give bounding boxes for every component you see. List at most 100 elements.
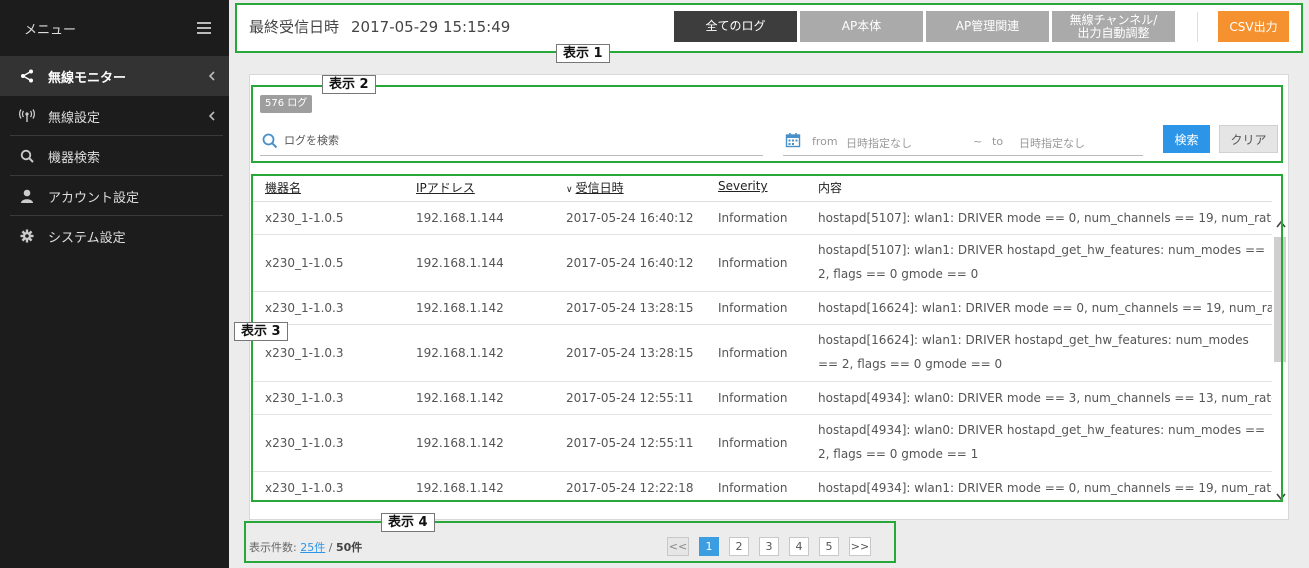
cell-received: 2017-05-24 12:55:11 xyxy=(566,436,694,450)
sidebar-item-label: システム設定 xyxy=(48,230,126,246)
cell-ip: 192.168.1.142 xyxy=(416,301,504,315)
sidebar-item-label: 無線モニター xyxy=(48,70,127,86)
user-icon xyxy=(18,187,36,205)
table-row[interactable]: x230_1-1.0.3 192.168.1.142 2017-05-24 12… xyxy=(252,415,1272,472)
cell-severity: Information xyxy=(718,256,788,270)
column-header-device[interactable]: 機器名 xyxy=(265,179,301,196)
csv-export-button[interactable]: CSV出力 xyxy=(1218,11,1289,42)
search-icon xyxy=(18,147,36,165)
cell-ip: 192.168.1.144 xyxy=(416,256,504,270)
sidebar-item-device-search[interactable]: 機器検索 xyxy=(0,136,229,176)
per-page-link[interactable]: 25件 xyxy=(300,541,325,554)
sidebar-header: メニュー xyxy=(0,0,229,56)
share-icon xyxy=(18,67,36,85)
cell-device: x230_1-1.0.3 xyxy=(265,346,344,360)
table-row[interactable]: x230_1-1.0.3 192.168.1.142 2017-05-24 13… xyxy=(252,292,1272,325)
top-bar: 最終受信日時 2017-05-29 15:15:49 全てのログ AP本体 AP管… xyxy=(237,4,1301,52)
cell-content: hostapd[4934]: wlan0: DRIVER hostapd_get… xyxy=(818,423,1266,461)
sidebar-item-label: 無線設定 xyxy=(48,110,101,126)
cell-device: x230_1-1.0.3 xyxy=(265,391,344,405)
sidebar-item-system-settings[interactable]: システム設定 xyxy=(0,216,229,256)
calendar-icon[interactable] xyxy=(785,132,801,148)
annotation-label-4: 表示 4 xyxy=(381,513,435,532)
total-count: 50件 xyxy=(335,541,363,554)
sort-desc-icon: ∨ xyxy=(566,185,573,195)
scroll-up-icon[interactable] xyxy=(1274,218,1288,232)
cell-device: x230_1-1.0.3 xyxy=(265,481,344,495)
annotation-label-1: 表示 1 xyxy=(556,44,610,63)
search-input[interactable] xyxy=(284,130,754,150)
cell-received: 2017-05-24 16:40:12 xyxy=(566,211,694,225)
cell-ip: 192.168.1.142 xyxy=(416,436,504,450)
cell-content: hostapd[16624]: wlan1: DRIVER hostapd_ge… xyxy=(818,333,1249,371)
cell-severity: Information xyxy=(718,436,788,450)
cell-received: 2017-05-24 12:22:18 xyxy=(566,481,694,495)
tab-channel-power-adjust[interactable]: 無線チャンネル/ 出力自動調整 xyxy=(1052,11,1175,42)
menu-label: メニュー xyxy=(24,22,77,38)
pager-page-1[interactable]: 1 xyxy=(699,537,719,556)
log-count-badge: 576 ログ xyxy=(260,95,313,113)
table-row[interactable]: x230_1-1.0.3 192.168.1.142 2017-05-24 12… xyxy=(252,382,1272,415)
chevron-left-icon xyxy=(208,71,215,81)
cell-content: hostapd[5107]: wlan1: DRIVER hostapd_get… xyxy=(818,243,1266,281)
display-count: 表示件数: 25件 / 50件 xyxy=(249,539,362,555)
from-date-input[interactable]: 日時指定なし xyxy=(846,135,912,151)
cell-content: hostapd[4934]: wlan0: DRIVER mode == 3, … xyxy=(818,391,1272,405)
cell-ip: 192.168.1.142 xyxy=(416,346,504,360)
cell-content: hostapd[5107]: wlan1: DRIVER mode == 0, … xyxy=(818,211,1272,225)
column-header-received-label: 受信日時 xyxy=(575,181,624,195)
pager-first[interactable]: << xyxy=(667,537,689,556)
tab-ap-management[interactable]: AP管理関連 xyxy=(926,11,1049,42)
table-row[interactable]: x230_1-1.0.3 192.168.1.142 2017-05-24 12… xyxy=(252,472,1272,502)
tab-label-line2: 出力自動調整 xyxy=(1077,25,1150,40)
scroll-down-icon[interactable] xyxy=(1274,489,1288,503)
pager-page-5[interactable]: 5 xyxy=(819,537,839,556)
count-separator: / xyxy=(328,541,333,554)
column-header-severity[interactable]: Severity xyxy=(718,179,768,193)
sidebar-item-wireless-settings[interactable]: 無線設定 xyxy=(0,96,229,136)
cell-device: x230_1-1.0.5 xyxy=(265,211,344,225)
tab-label-line1: 無線チャンネル/ xyxy=(1069,12,1158,27)
chevron-left-icon xyxy=(208,111,215,121)
table-row[interactable]: x230_1-1.0.3 192.168.1.142 2017-05-24 13… xyxy=(252,325,1272,382)
cell-severity: Information xyxy=(718,301,788,315)
column-header-content: 内容 xyxy=(818,181,843,195)
table-header: 機器名 IPアドレス ∨ 受信日時 Severity 内容 xyxy=(252,172,1272,202)
pager-page-4[interactable]: 4 xyxy=(789,537,809,556)
tab-all-logs[interactable]: 全てのログ xyxy=(674,11,797,42)
hamburger-icon[interactable] xyxy=(197,22,211,34)
table-row[interactable]: x230_1-1.0.5 192.168.1.144 2017-05-24 16… xyxy=(252,202,1272,235)
last-received: 最終受信日時 2017-05-29 15:15:49 xyxy=(249,16,510,37)
gear-icon xyxy=(18,227,36,245)
cell-received: 2017-05-24 16:40:12 xyxy=(566,256,694,270)
pager-last[interactable]: >> xyxy=(849,537,871,556)
to-date-input[interactable]: 日時指定なし xyxy=(1019,135,1085,151)
sidebar-item-label: 機器検索 xyxy=(48,150,101,166)
search-button[interactable]: 検索 xyxy=(1163,125,1210,153)
sidebar-item-label: アカウント設定 xyxy=(48,190,140,206)
sidebar-item-account-settings[interactable]: アカウント設定 xyxy=(0,176,229,216)
divider xyxy=(1197,12,1198,42)
sidebar-item-wireless-monitor[interactable]: 無線モニター xyxy=(0,56,229,96)
pager-page-2[interactable]: 2 xyxy=(729,537,749,556)
log-search xyxy=(260,128,763,156)
cell-severity: Information xyxy=(718,346,788,360)
pager-page-3[interactable]: 3 xyxy=(759,537,779,556)
cell-received: 2017-05-24 13:28:15 xyxy=(566,301,694,315)
table-body: x230_1-1.0.5 192.168.1.144 2017-05-24 16… xyxy=(252,202,1272,502)
cell-content: hostapd[4934]: wlan1: DRIVER mode == 0, … xyxy=(818,481,1272,495)
sidebar: メニュー 無線モニター 無線設定 機器検索 アカウント設定 システム設定 xyxy=(0,0,229,568)
column-header-received[interactable]: ∨ 受信日時 xyxy=(566,179,624,196)
scrollbar-thumb[interactable] xyxy=(1274,237,1286,362)
display-count-label: 表示件数: xyxy=(249,541,297,554)
last-received-label: 最終受信日時 xyxy=(249,18,340,36)
antenna-icon xyxy=(18,107,36,125)
clear-button[interactable]: クリア xyxy=(1219,125,1278,153)
column-header-ip[interactable]: IPアドレス xyxy=(416,179,475,196)
tab-ap-main[interactable]: AP本体 xyxy=(800,11,923,42)
search-icon xyxy=(262,133,278,149)
annotation-label-2: 表示 2 xyxy=(322,75,376,94)
range-separator: ~ xyxy=(973,135,983,148)
cell-severity: Information xyxy=(718,391,788,405)
table-row[interactable]: x230_1-1.0.5 192.168.1.144 2017-05-24 16… xyxy=(252,235,1272,292)
